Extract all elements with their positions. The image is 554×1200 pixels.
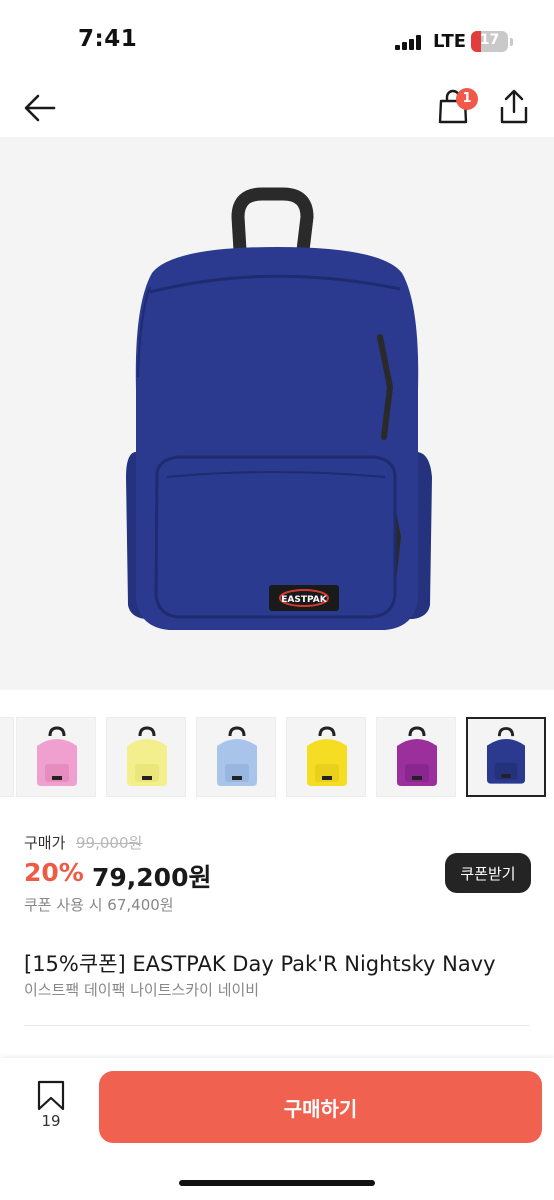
sale-price: 79,200원	[92, 863, 212, 892]
price-label: 구매가	[24, 834, 66, 852]
thumbnail-navy-selected[interactable]	[466, 717, 546, 797]
original-price: 99,000원	[76, 834, 143, 852]
product-subtitle: 이스트팩 데이팩 나이트스카이 네이비	[24, 981, 260, 999]
share-button[interactable]	[495, 86, 535, 128]
back-button[interactable]	[20, 88, 60, 128]
thumbnail-pink[interactable]	[16, 717, 96, 797]
battery-icon: 17	[471, 31, 508, 52]
product-image[interactable]: EASTPAK	[0, 137, 554, 690]
coupon-price: 쿠폰 사용 시 67,400원	[24, 896, 174, 914]
thumbnail-light-blue[interactable]	[196, 717, 276, 797]
arrow-left-icon	[24, 94, 56, 122]
brand-label: EASTPAK	[281, 595, 327, 605]
product-title: [15%쿠폰] EASTPAK Day Pak'R Nightsky Navy	[24, 952, 496, 976]
signal-icon	[395, 35, 421, 50]
thumbnail-yellow[interactable]	[286, 717, 366, 797]
network-label: LTE	[433, 31, 467, 52]
thumbnail-purple[interactable]	[376, 717, 456, 797]
status-bar: 7:41 LTE 17	[0, 0, 554, 80]
battery-level: 17	[479, 32, 500, 48]
status-time: 7:41	[78, 26, 138, 52]
get-coupon-button[interactable]: 쿠폰받기	[445, 853, 531, 893]
discount-rate: 20%	[24, 858, 84, 887]
thumbnail-navy[interactable]	[0, 717, 14, 797]
cart-badge: 1	[456, 88, 478, 110]
battery-tip	[510, 38, 513, 46]
buy-button[interactable]: 구매하기	[99, 1071, 542, 1143]
divider	[24, 1025, 530, 1026]
bookmark-count: 19	[41, 1112, 61, 1130]
share-icon	[500, 89, 528, 124]
bookmark-icon	[37, 1080, 65, 1110]
thumbnail-light-yellow[interactable]	[106, 717, 186, 797]
thumbnail-strip	[0, 717, 554, 799]
backpack-illustration: EASTPAK	[126, 187, 432, 630]
home-indicator	[179, 1180, 375, 1186]
